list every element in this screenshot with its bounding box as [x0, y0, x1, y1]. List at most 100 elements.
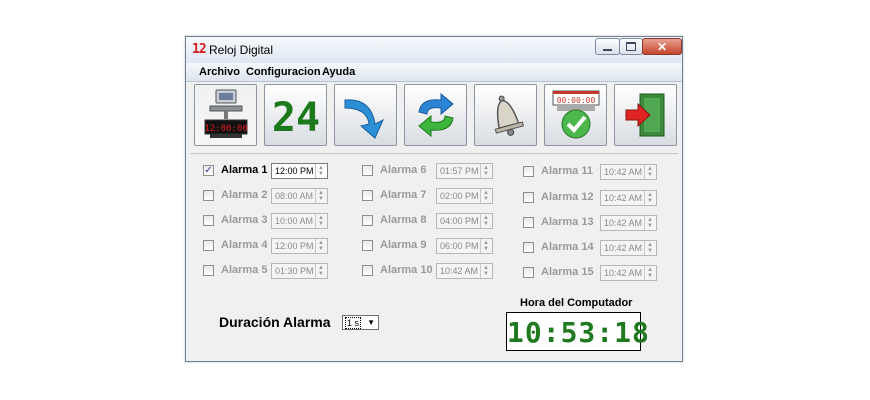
- window-title: Reloj Digital: [209, 43, 274, 57]
- alarm-checkbox[interactable]: [523, 166, 534, 177]
- alarm-checkbox[interactable]: [203, 265, 214, 276]
- alarm-row: Alarma 11 10:42 AM ▲ ▼: [523, 164, 660, 182]
- spinner-buttons[interactable]: ▲ ▼: [315, 214, 327, 228]
- bell-button[interactable]: [474, 84, 537, 146]
- spinner-buttons[interactable]: ▲ ▼: [480, 189, 492, 203]
- spin-down-icon[interactable]: ▼: [318, 196, 324, 202]
- set-alarm-display: 00:00:00: [556, 96, 595, 105]
- arrow-button[interactable]: [334, 84, 397, 146]
- spin-down-icon[interactable]: ▼: [647, 248, 653, 254]
- alarm-checkbox[interactable]: [362, 165, 373, 176]
- alarm-time-spinner[interactable]: 04:00 PM ▲ ▼: [436, 213, 493, 229]
- spinner-buttons[interactable]: ▲ ▼: [315, 164, 327, 178]
- alarm-time-value: 10:42 AM: [604, 167, 643, 177]
- spinner-buttons[interactable]: ▲ ▼: [315, 189, 327, 203]
- spinner-buttons[interactable]: ▲ ▼: [644, 266, 656, 280]
- spinner-buttons[interactable]: ▲ ▼: [644, 241, 656, 255]
- duration-select[interactable]: 1 s ▼: [342, 315, 379, 330]
- alarm-time-value: 08:00 AM: [275, 191, 314, 201]
- spin-down-icon[interactable]: ▼: [318, 171, 324, 177]
- spin-down-icon[interactable]: ▼: [647, 172, 653, 178]
- alarm-time-spinner[interactable]: 12:00 PM ▲ ▼: [271, 163, 328, 179]
- spin-down-icon[interactable]: ▼: [647, 273, 653, 279]
- spinner-buttons[interactable]: ▲ ▼: [644, 191, 656, 205]
- spinner-buttons[interactable]: ▲ ▼: [644, 165, 656, 179]
- alarm-label: Alarma 13: [541, 216, 594, 228]
- alarm-time-spinner[interactable]: 10:00 AM ▲ ▼: [271, 213, 328, 229]
- spin-down-icon[interactable]: ▼: [483, 171, 489, 177]
- alarm-checkbox[interactable]: [362, 240, 373, 251]
- computer-time-label: Hora del Computador: [520, 297, 633, 309]
- alarm-time-spinner[interactable]: 01:57 PM ▲ ▼: [436, 163, 493, 179]
- alarm-label: Alarma 12: [541, 191, 594, 203]
- alarm-set-check-icon: 00:00:00: [552, 90, 599, 139]
- alarm-row: Alarma 10 10:42 AM ▲ ▼: [362, 263, 496, 281]
- spinner-buttons[interactable]: ▲ ▼: [480, 239, 492, 253]
- title-bar[interactable]: 12 Reloj Digital ✕: [186, 37, 682, 63]
- reloj-digital-window: 12 Reloj Digital ✕ Archivo Configuracion…: [185, 36, 683, 362]
- alarm-checkbox[interactable]: [362, 215, 373, 226]
- alarm-checkbox[interactable]: [203, 240, 214, 251]
- alarm-label: Alarma 7: [380, 189, 427, 201]
- alarm-checkbox[interactable]: [203, 215, 214, 226]
- alarm-time-spinner[interactable]: 10:42 AM ▲ ▼: [600, 215, 657, 231]
- alarm-time-value: 01:57 PM: [440, 166, 479, 176]
- alarm-time-spinner[interactable]: 10:42 AM ▲ ▼: [600, 240, 657, 256]
- alarm-checkbox[interactable]: [362, 265, 373, 276]
- spin-down-icon[interactable]: ▼: [483, 196, 489, 202]
- alarm-checkbox[interactable]: [523, 242, 534, 253]
- 24-hour-display: 24: [271, 95, 319, 137]
- spin-down-icon[interactable]: ▼: [647, 223, 653, 229]
- menu-archivo[interactable]: Archivo: [199, 66, 240, 78]
- computer-time-display: 10:53:18: [506, 312, 650, 351]
- spin-down-icon[interactable]: ▼: [483, 246, 489, 252]
- minimize-button[interactable]: [595, 38, 620, 55]
- menu-ayuda[interactable]: Ayuda: [322, 66, 355, 78]
- computer-clock-button[interactable]: 12:00:00: [194, 84, 257, 146]
- spin-down-icon[interactable]: ▼: [483, 221, 489, 227]
- alarm-time-spinner[interactable]: 12:00 PM ▲ ▼: [271, 238, 328, 254]
- spin-down-icon[interactable]: ▼: [647, 198, 653, 204]
- alarm-time-spinner[interactable]: 01:30 PM ▲ ▼: [271, 263, 328, 279]
- alarm-time-spinner[interactable]: 10:42 AM ▲ ▼: [600, 190, 657, 206]
- spin-down-icon[interactable]: ▼: [483, 271, 489, 277]
- computer-time-value: 10:53:18: [507, 316, 650, 349]
- bell-icon: [494, 95, 524, 136]
- set-alarm-button[interactable]: 00:00:00: [544, 84, 607, 146]
- toolbar-separator: [190, 153, 678, 154]
- alarm-row: Alarma 12 10:42 AM ▲ ▼: [523, 190, 660, 208]
- computer-clock-display: 12:00:00: [204, 124, 247, 134]
- alarm-checkbox[interactable]: [523, 192, 534, 203]
- alarm-row: ✓ Alarma 1 12:00 PM ▲ ▼: [203, 163, 331, 181]
- 24-hour-button[interactable]: 24: [264, 84, 327, 146]
- spinner-buttons[interactable]: ▲ ▼: [315, 264, 327, 278]
- spinner-buttons[interactable]: ▲ ▼: [644, 216, 656, 230]
- alarm-label: Alarma 11: [541, 165, 593, 177]
- menu-configuracion[interactable]: Configuracion: [246, 66, 321, 78]
- close-button[interactable]: ✕: [642, 38, 682, 55]
- alarm-checkbox[interactable]: [523, 267, 534, 278]
- chevron-down-icon: ▼: [367, 318, 375, 327]
- spin-down-icon[interactable]: ▼: [318, 271, 324, 277]
- spinner-buttons[interactable]: ▲ ▼: [315, 239, 327, 253]
- spinner-buttons[interactable]: ▲ ▼: [480, 214, 492, 228]
- refresh-button[interactable]: [404, 84, 467, 146]
- spinner-buttons[interactable]: ▲ ▼: [480, 264, 492, 278]
- alarm-checkbox[interactable]: ✓: [203, 165, 214, 176]
- alarm-time-spinner[interactable]: 02:00 PM ▲ ▼: [436, 188, 493, 204]
- spin-down-icon[interactable]: ▼: [318, 246, 324, 252]
- spin-down-icon[interactable]: ▼: [318, 221, 324, 227]
- maximize-button[interactable]: [619, 38, 643, 55]
- spinner-buttons[interactable]: ▲ ▼: [480, 164, 492, 178]
- alarm-time-spinner[interactable]: 08:00 AM ▲ ▼: [271, 188, 328, 204]
- exit-button[interactable]: [614, 84, 677, 146]
- alarm-checkbox[interactable]: [203, 190, 214, 201]
- alarm-time-spinner[interactable]: 10:42 AM ▲ ▼: [600, 265, 657, 281]
- alarm-checkbox[interactable]: [362, 190, 373, 201]
- duration-value: 1 s: [345, 317, 362, 329]
- alarm-checkbox[interactable]: [523, 217, 534, 228]
- alarm-time-spinner[interactable]: 10:42 AM ▲ ▼: [600, 164, 657, 180]
- duration-label: Duración Alarma: [219, 314, 331, 330]
- alarm-time-spinner[interactable]: 06:00 PM ▲ ▼: [436, 238, 493, 254]
- alarm-time-spinner[interactable]: 10:42 AM ▲ ▼: [436, 263, 493, 279]
